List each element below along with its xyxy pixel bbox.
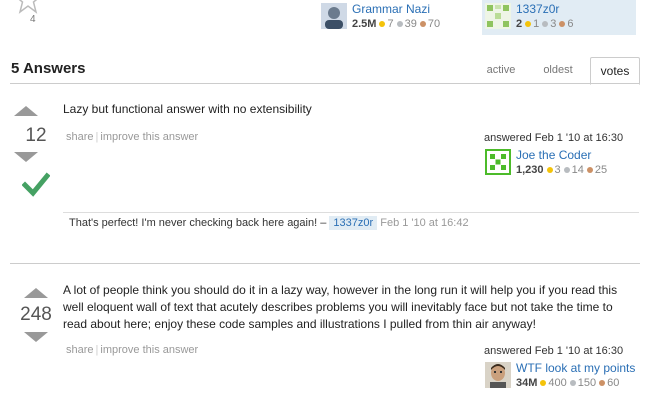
vote-count: 12 xyxy=(25,125,47,146)
gold-badge-icon xyxy=(379,20,386,27)
reputation-score: 2.5M xyxy=(352,18,377,30)
tab-oldest[interactable]: oldest xyxy=(530,57,586,83)
identicon-avatar-icon[interactable] xyxy=(485,149,511,175)
gold-badge-count: 3 xyxy=(554,164,561,176)
improve-answer-link[interactable]: improve this answer xyxy=(100,344,198,356)
comment-date: Feb 1 '10 at 16:42 xyxy=(380,217,469,229)
favorite-count: 4 xyxy=(30,14,36,25)
reputation-score: 1,230 xyxy=(516,164,544,176)
silver-badge-icon xyxy=(563,166,570,173)
user-avatar-icon[interactable] xyxy=(321,3,347,29)
bronze-badge-count: 70 xyxy=(427,18,441,30)
silver-badge-count: 3 xyxy=(550,18,557,30)
silver-badge-count: 39 xyxy=(404,18,417,30)
answered-timestamp: answered Feb 1 '10 at 16:30 xyxy=(484,345,624,357)
downvote-arrow-icon[interactable] xyxy=(14,152,38,162)
comment-row: That's perfect! I'm never checking back … xyxy=(63,212,639,237)
user-reputation: 1,230 3 14 25 xyxy=(516,164,607,176)
user-name-link[interactable]: 1337z0r xyxy=(516,2,559,16)
comment-user-link[interactable]: 1337z0r xyxy=(329,216,378,230)
favorite-star-icon[interactable] xyxy=(14,0,42,14)
user-reputation: 2136 xyxy=(516,18,574,30)
answer-body-line: well eloquent wall of text that acutely … xyxy=(63,300,613,314)
comment-text: That's perfect! I'm never checking back … xyxy=(69,217,327,229)
share-link[interactable]: share xyxy=(66,344,94,356)
reputation-score: 2 xyxy=(516,18,523,30)
post-menu: share | improve this answer xyxy=(66,344,199,356)
silver-badge-icon xyxy=(542,20,549,27)
user-avatar-icon[interactable] xyxy=(485,362,511,388)
answer-body-line: read about here; enjoy these code sample… xyxy=(63,317,536,331)
bronze-badge-count: 25 xyxy=(594,164,608,176)
bronze-badge-icon xyxy=(559,20,566,27)
bronze-badge-icon xyxy=(599,379,606,386)
answer-body: Lazy but functional answer with no exten… xyxy=(63,102,312,116)
silver-badge-count: 14 xyxy=(571,164,584,176)
answered-timestamp: answered Feb 1 '10 at 16:30 xyxy=(484,132,624,144)
user-name-link[interactable]: Joe the Coder xyxy=(516,148,591,162)
gold-badge-count: 7 xyxy=(387,18,394,30)
question-editor-card: Grammar Nazi 2.5M 7 39 70 xyxy=(318,0,468,34)
silver-badge-icon xyxy=(396,20,403,27)
improve-answer-link[interactable]: improve this answer xyxy=(100,131,198,143)
accepted-checkmark-icon xyxy=(22,172,50,197)
gold-badge-icon xyxy=(525,20,532,27)
bronze-badge-icon xyxy=(419,20,426,27)
answer-body: A lot of people think you should do it i… xyxy=(63,282,643,333)
identicon-avatar-icon[interactable] xyxy=(485,3,511,29)
gold-badge-icon xyxy=(540,379,547,386)
bronze-badge-count: 60 xyxy=(607,377,620,389)
post-menu: share | improve this answer xyxy=(66,131,199,143)
downvote-arrow-icon[interactable] xyxy=(24,332,48,342)
vote-count: 248 xyxy=(20,304,52,325)
bronze-badge-icon xyxy=(586,166,593,173)
upvote-arrow-icon[interactable] xyxy=(14,106,38,116)
answers-count-heading: 5 Answers xyxy=(11,60,86,77)
upvote-arrow-icon[interactable] xyxy=(24,288,48,298)
tab-votes[interactable]: votes xyxy=(590,57,640,85)
answer-body-line: A lot of people think you should do it i… xyxy=(63,283,618,297)
gold-badge-count: 1 xyxy=(533,18,540,30)
comment: That's perfect! I'm never checking back … xyxy=(69,216,469,230)
reputation-score: 34M xyxy=(516,377,538,389)
share-link[interactable]: share xyxy=(66,131,94,143)
gold-badge-icon xyxy=(546,166,553,173)
silver-badge-count: 150 xyxy=(577,377,597,389)
user-name-link[interactable]: WTF look at my points xyxy=(516,361,635,375)
user-name-link[interactable]: Grammar Nazi xyxy=(352,2,430,16)
answer-author-card: Joe the Coder 1,230 3 14 25 xyxy=(482,146,632,180)
tab-active[interactable]: active xyxy=(478,57,524,83)
user-reputation: 2.5M 7 39 70 xyxy=(352,18,440,30)
gold-badge-count: 400 xyxy=(548,377,567,389)
question-asker-card: 1337z0r 2136 xyxy=(482,0,636,35)
user-reputation: 34M 400 150 60 xyxy=(516,377,619,389)
answer-author-card: WTF look at my points 34M 400 150 60 xyxy=(482,359,642,393)
answer-divider xyxy=(10,263,640,264)
header-divider xyxy=(10,83,640,84)
bronze-badge-count: 6 xyxy=(567,18,574,30)
silver-badge-icon xyxy=(569,379,576,386)
